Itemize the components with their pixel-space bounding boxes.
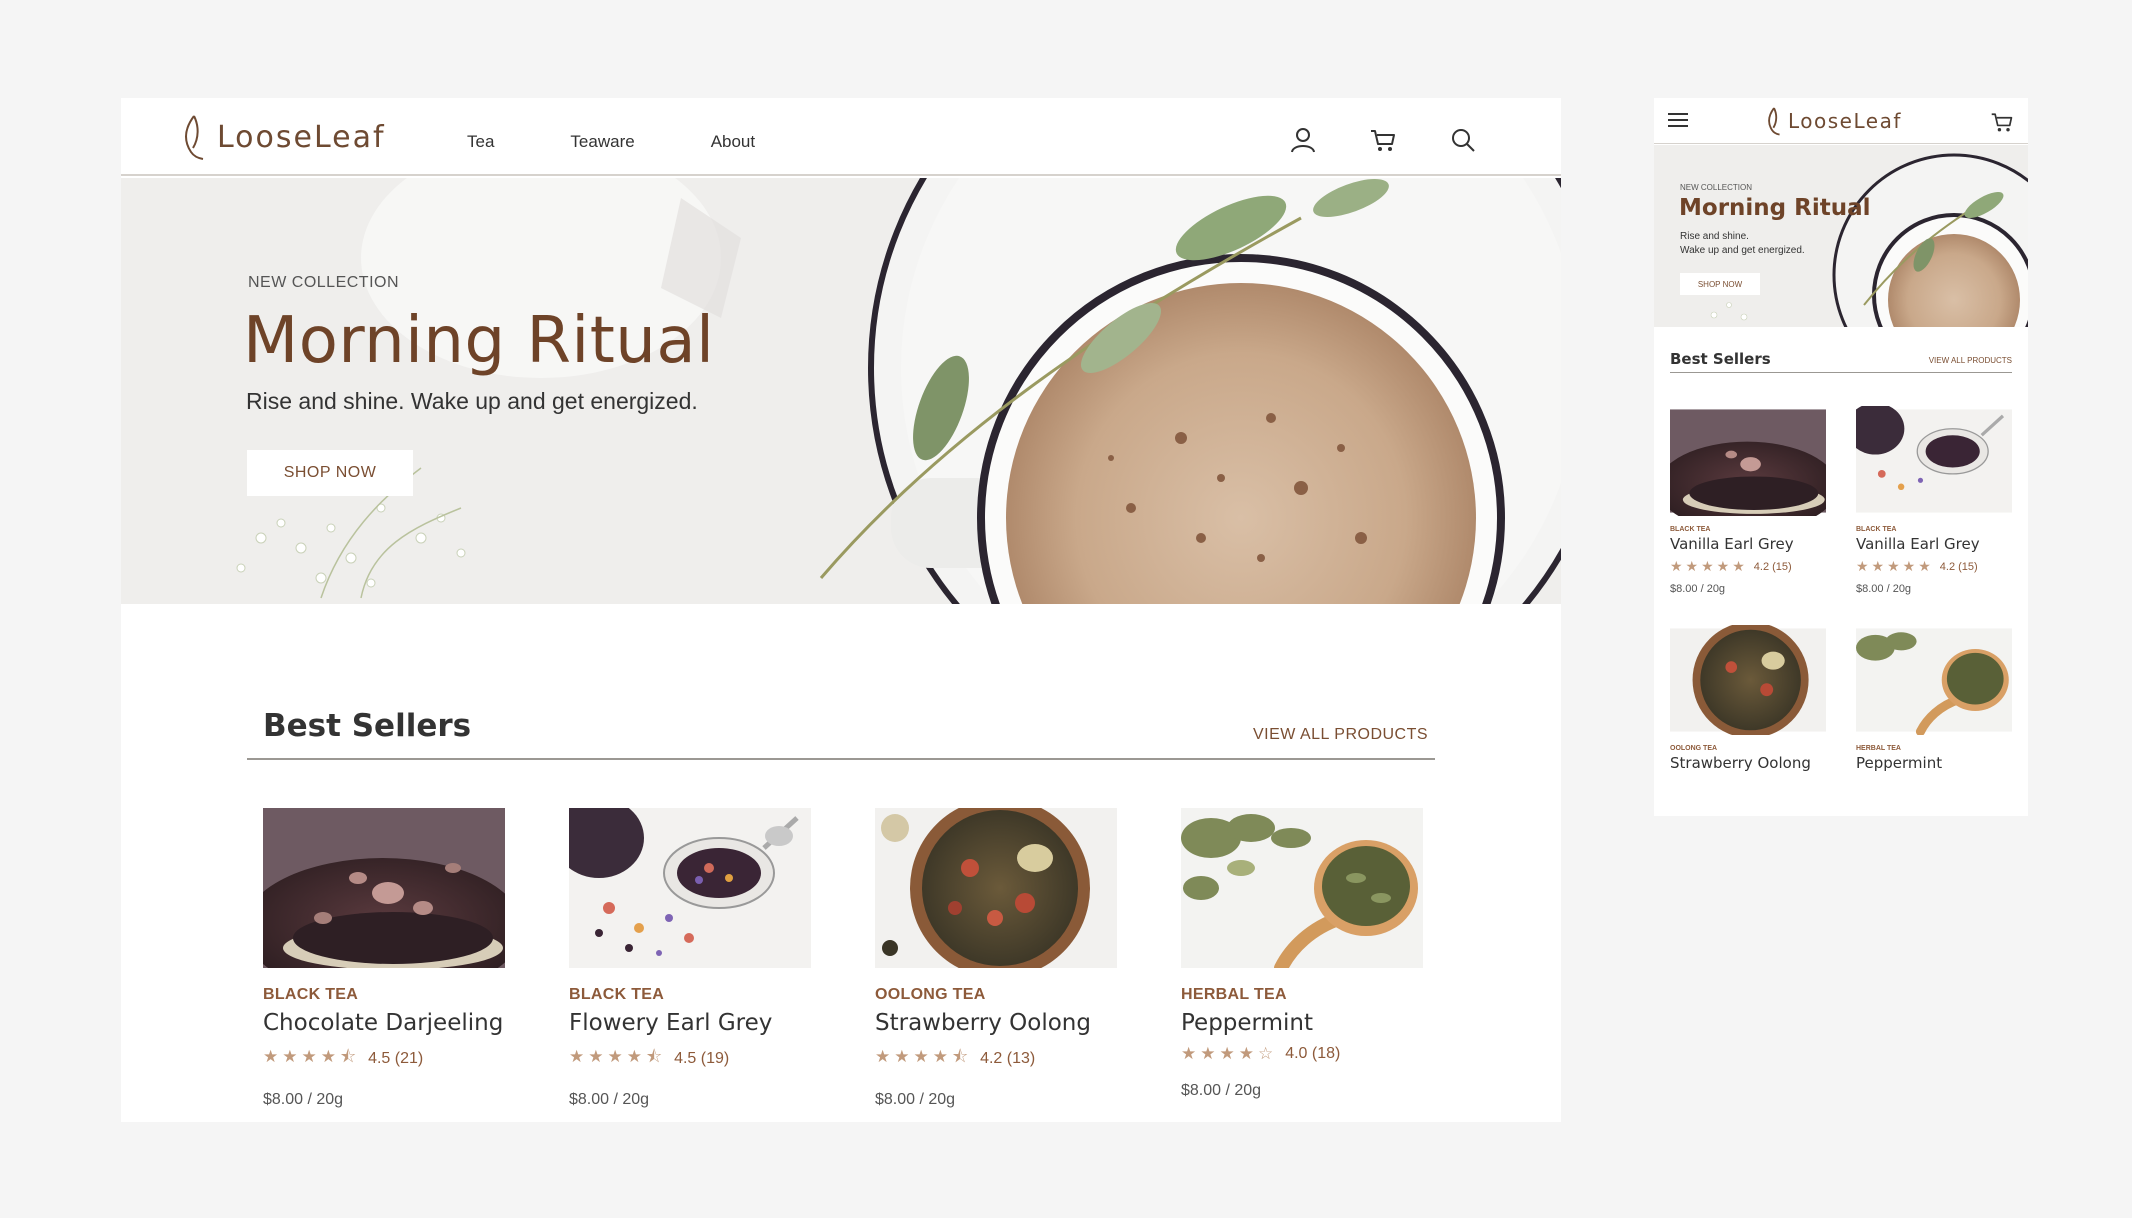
product-price: $8.00 / 20g	[1181, 1082, 1262, 1099]
rating-stars-icon: ★★★★⯪	[569, 1047, 667, 1066]
nav-item-teaware[interactable]: Teaware	[570, 132, 634, 152]
main-nav: Tea Teaware About	[467, 132, 755, 152]
rating-stars-icon: ★★★★★	[1856, 558, 1934, 574]
product-name[interactable]: Vanilla Earl Grey	[1670, 535, 1826, 553]
product-card[interactable]: BLACK TEA Chocolate Darjeeling ★★★★⯪ 4.5…	[263, 808, 505, 1109]
product-category: HERBAL TEA	[1856, 745, 1901, 752]
user-icon[interactable]	[1289, 126, 1317, 154]
hero-subtitle: Rise and shine. Wake up and get energize…	[246, 388, 698, 414]
product-rating: ★★★★★ 4.2 (15)	[1856, 558, 2012, 575]
product-price: $8.00 / 20g	[875, 1091, 956, 1108]
rating-stars-icon: ★★★★⯪	[263, 1047, 361, 1066]
site-header: LooseLeaf Tea Teaware About	[121, 98, 1561, 176]
hero-title: Morning Ritual	[243, 304, 715, 378]
rating-value: 4.2 (15)	[1753, 560, 1792, 573]
product-category: BLACK TEA	[263, 986, 359, 1003]
search-icon[interactable]	[1449, 126, 1477, 154]
product-name[interactable]: Strawberry Oolong	[875, 1010, 1117, 1036]
product-rating: ★★★★⯪ 4.5 (19)	[569, 1044, 811, 1073]
brand-name: LooseLeaf	[1788, 109, 1902, 133]
hamburger-menu-icon[interactable]	[1668, 112, 1688, 128]
rating-stars-icon: ★★★★★	[1670, 558, 1748, 574]
rating-value: 4.2 (13)	[980, 1049, 1036, 1067]
product-image-flowery-earl-grey[interactable]	[569, 808, 811, 968]
product-grid: BLACK TEA Vanilla Earl Grey ★★★★★ 4.2 (1…	[1670, 406, 2012, 772]
product-price: $8.00 / 20g	[569, 1091, 650, 1108]
leaf-logo-icon	[185, 115, 204, 160]
product-category: OOLONG TEA	[875, 986, 986, 1003]
product-image-peppermint[interactable]	[1181, 808, 1423, 968]
mobile-header: LooseLeaf	[1654, 98, 2028, 144]
product-rating: ★★★★☆ 4.0 (18)	[1181, 1044, 1423, 1064]
product-price: $8.00 / 20g	[263, 1091, 344, 1108]
product-card[interactable]: OOLONG TEA Strawberry Oolong	[1670, 625, 1826, 772]
product-category: BLACK TEA	[569, 986, 665, 1003]
rating-value: 4.5 (19)	[674, 1049, 730, 1067]
rating-stars-icon: ★★★★☆	[1181, 1044, 1278, 1063]
product-name[interactable]: Peppermint	[1856, 754, 2012, 772]
product-image-vanilla-earl-grey[interactable]	[1856, 406, 2012, 516]
hero-title: Morning Ritual	[1679, 195, 1871, 221]
shop-now-button[interactable]: SHOP NOW	[1680, 273, 1760, 295]
product-card[interactable]: HERBAL TEA Peppermint ★★★★☆ 4.0 (18) $8.…	[1181, 808, 1423, 1109]
hero-banner: NEW COLLECTION Morning Ritual Rise and s…	[121, 178, 1561, 604]
product-category: OOLONG TEA	[1670, 745, 1718, 752]
product-card[interactable]: BLACK TEA Vanilla Earl Grey ★★★★★ 4.2 (1…	[1856, 406, 2012, 595]
hero-subtitle-line2: Wake up and get energized.	[1680, 245, 1805, 256]
brand-logo[interactable]: LooseLeaf	[181, 114, 386, 160]
section-divider	[247, 758, 1435, 760]
product-price: $8.00 / 20g	[1856, 583, 1912, 595]
leaf-logo-icon	[1768, 107, 1780, 136]
product-card[interactable]: BLACK TEA Vanilla Earl Grey ★★★★★ 4.2 (1…	[1670, 406, 1826, 595]
nav-item-about[interactable]: About	[711, 132, 755, 152]
product-category: BLACK TEA	[1670, 526, 1711, 533]
brand-logo[interactable]: LooseLeaf	[1766, 106, 1902, 136]
product-rating: ★★★★★ 4.2 (15)	[1670, 558, 1826, 575]
mobile-view: LooseLeaf NEW COLLECTION Morning Ritual …	[1654, 98, 2028, 816]
product-name[interactable]: Chocolate Darjeeling	[263, 1010, 505, 1036]
desktop-view: LooseLeaf Tea Teaware About NEW COLLECTI…	[121, 98, 1561, 1122]
product-price: $8.00 / 20g	[1670, 583, 1726, 595]
product-name[interactable]: Peppermint	[1181, 1010, 1423, 1036]
rating-value: 4.5 (21)	[368, 1049, 424, 1067]
hero-banner: NEW COLLECTION Morning Ritual Rise and s…	[1654, 145, 2028, 327]
cart-icon[interactable]	[1369, 126, 1397, 154]
product-grid: BLACK TEA Chocolate Darjeeling ★★★★⯪ 4.5…	[263, 808, 1423, 1109]
rating-value: 4.0 (18)	[1285, 1045, 1341, 1062]
product-name[interactable]: Vanilla Earl Grey	[1856, 535, 2012, 553]
cart-icon[interactable]	[1990, 110, 2014, 134]
product-card[interactable]: HERBAL TEA Peppermint	[1856, 625, 2012, 772]
product-name[interactable]: Strawberry Oolong	[1670, 754, 1826, 772]
view-all-products-link[interactable]: VIEW ALL PRODUCTS	[1253, 726, 1428, 744]
product-image-strawberry-oolong[interactable]	[1670, 625, 1826, 735]
product-image-chocolate-darjeeling[interactable]	[263, 808, 505, 968]
product-card[interactable]: OOLONG TEA Strawberry Oolong ★★★★⯪ 4.2 (…	[875, 808, 1117, 1109]
best-sellers-title: Best Sellers	[1670, 350, 1771, 368]
view-all-products-link[interactable]: VIEW ALL PRODUCTS	[1929, 356, 2012, 365]
product-image-strawberry-oolong[interactable]	[875, 808, 1117, 968]
rating-value: 4.2 (15)	[1939, 560, 1978, 573]
shop-now-button[interactable]: SHOP NOW	[247, 450, 413, 496]
product-image-vanilla-earl-grey[interactable]	[1670, 406, 1826, 516]
section-divider	[1670, 372, 2012, 373]
rating-stars-icon: ★★★★⯪	[875, 1047, 973, 1066]
product-rating: ★★★★⯪ 4.2 (13)	[875, 1044, 1117, 1073]
product-rating: ★★★★⯪ 4.5 (21)	[263, 1044, 505, 1073]
hero-eyebrow: NEW COLLECTION	[248, 274, 400, 291]
product-name[interactable]: Flowery Earl Grey	[569, 1010, 811, 1036]
header-actions	[1289, 126, 1477, 154]
hero-subtitle-line1: Rise and shine.	[1680, 231, 1749, 242]
product-category: BLACK TEA	[1856, 526, 1897, 533]
product-category: HERBAL TEA	[1181, 986, 1287, 1003]
product-image-peppermint[interactable]	[1856, 625, 2012, 735]
product-card[interactable]: BLACK TEA Flowery Earl Grey ★★★★⯪ 4.5 (1…	[569, 808, 811, 1109]
hero-eyebrow: NEW COLLECTION	[1680, 183, 1753, 192]
nav-item-tea[interactable]: Tea	[467, 132, 494, 152]
best-sellers-title: Best Sellers	[263, 708, 472, 744]
brand-name: LooseLeaf	[217, 119, 386, 155]
